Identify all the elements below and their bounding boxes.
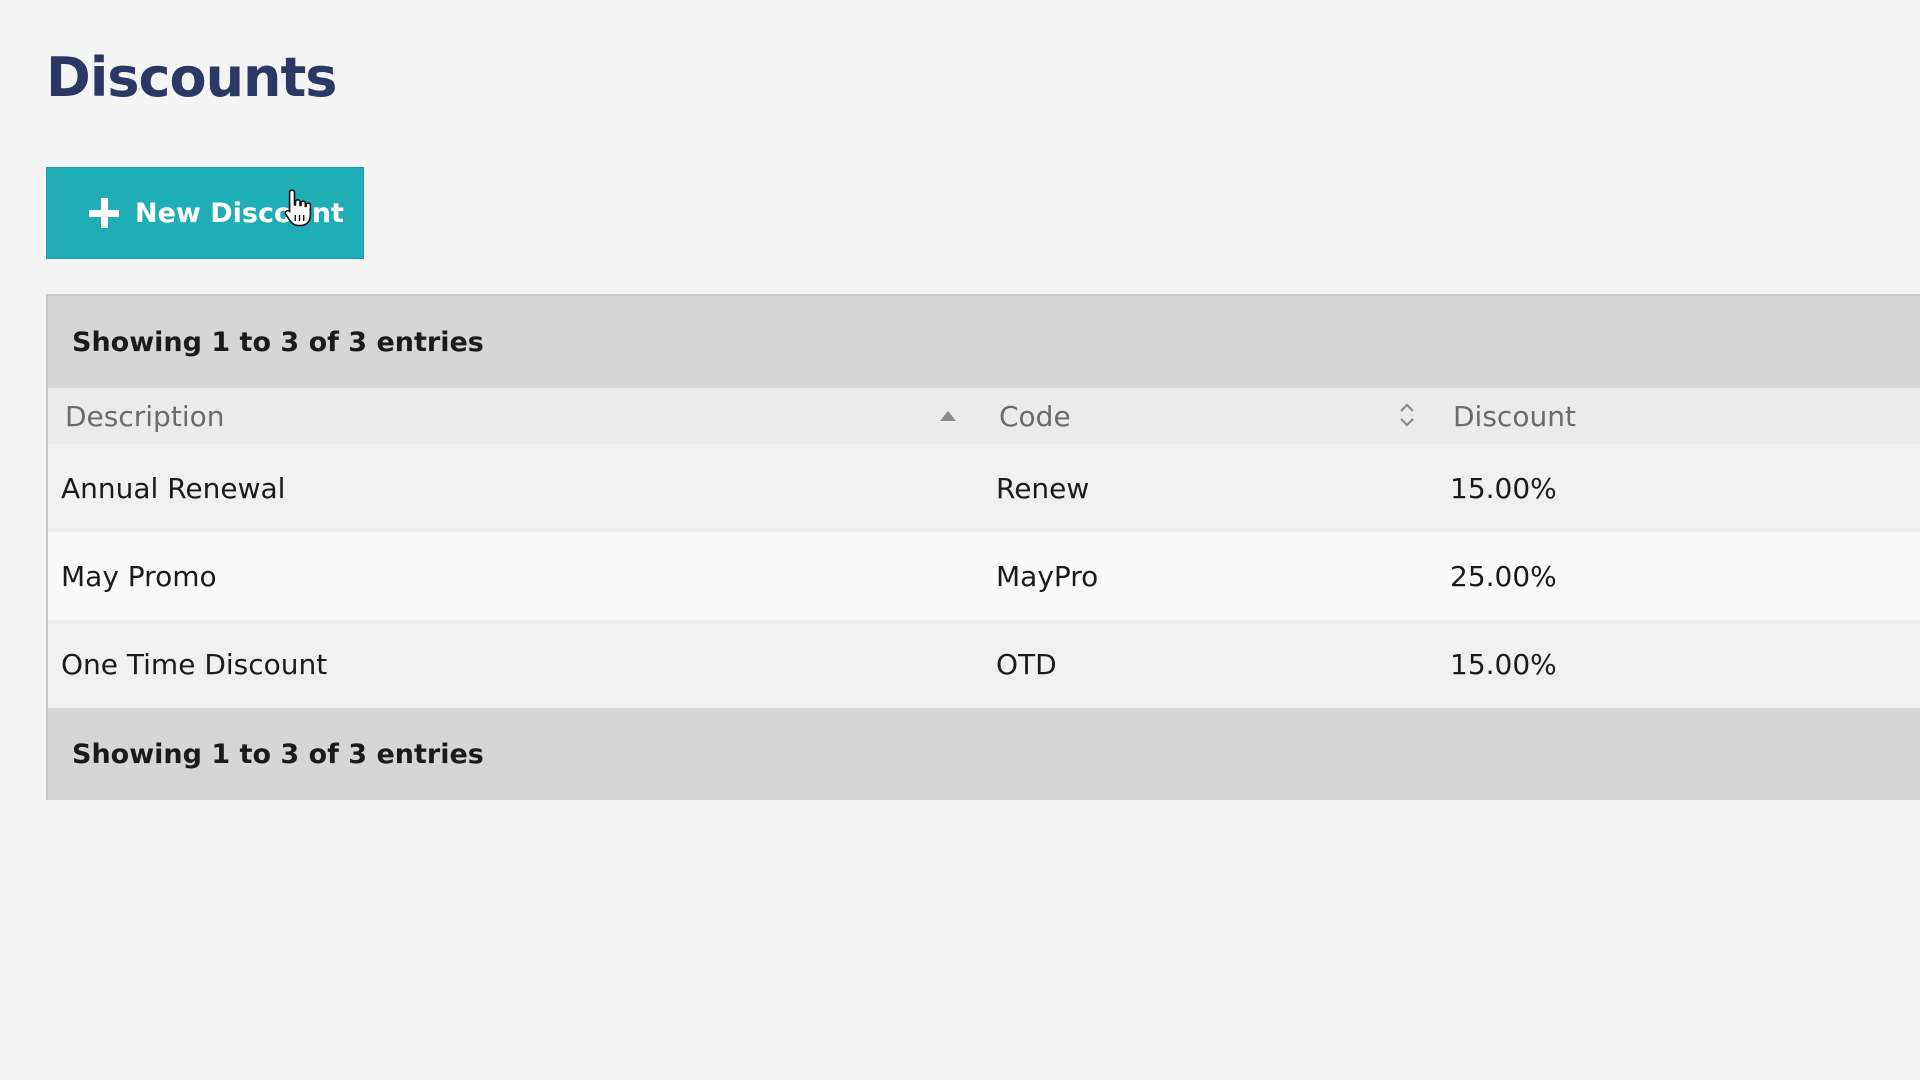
column-header-code[interactable]: Code: [999, 388, 1071, 444]
new-discount-button[interactable]: New Discount: [46, 167, 364, 259]
sort-ascending-icon[interactable]: [940, 411, 956, 421]
page: Discounts New Discount Showing 1 to 3 of…: [0, 0, 1920, 1080]
table-row[interactable]: Annual Renewal Renew 15.00%: [48, 444, 1920, 532]
column-header-description[interactable]: Description: [65, 388, 224, 444]
page-title: Discounts: [46, 46, 337, 109]
cell-discount: 15.00%: [1450, 471, 1557, 505]
sort-icon[interactable]: [1398, 400, 1416, 430]
plus-icon: [89, 198, 119, 228]
cell-code: Renew: [996, 471, 1090, 505]
table-row[interactable]: One Time Discount OTD 15.00%: [48, 620, 1920, 708]
cell-description: One Time Discount: [61, 647, 328, 681]
cell-discount: 15.00%: [1450, 647, 1557, 681]
cell-description: May Promo: [61, 559, 217, 593]
table-row[interactable]: May Promo MayPro 25.00%: [48, 532, 1920, 620]
hand-cursor-icon: [284, 189, 312, 227]
cell-code: OTD: [996, 647, 1057, 681]
cell-description: Annual Renewal: [61, 471, 286, 505]
cell-discount: 25.00%: [1450, 559, 1557, 593]
table-header: Description Code Discount: [48, 388, 1920, 444]
column-header-discount[interactable]: Discount: [1453, 388, 1576, 444]
discounts-table: Showing 1 to 3 of 3 entries Description …: [46, 294, 1920, 800]
cell-code: MayPro: [996, 559, 1099, 593]
table-info-top: Showing 1 to 3 of 3 entries: [48, 296, 1920, 388]
table-info-bottom: Showing 1 to 3 of 3 entries: [48, 708, 1920, 800]
